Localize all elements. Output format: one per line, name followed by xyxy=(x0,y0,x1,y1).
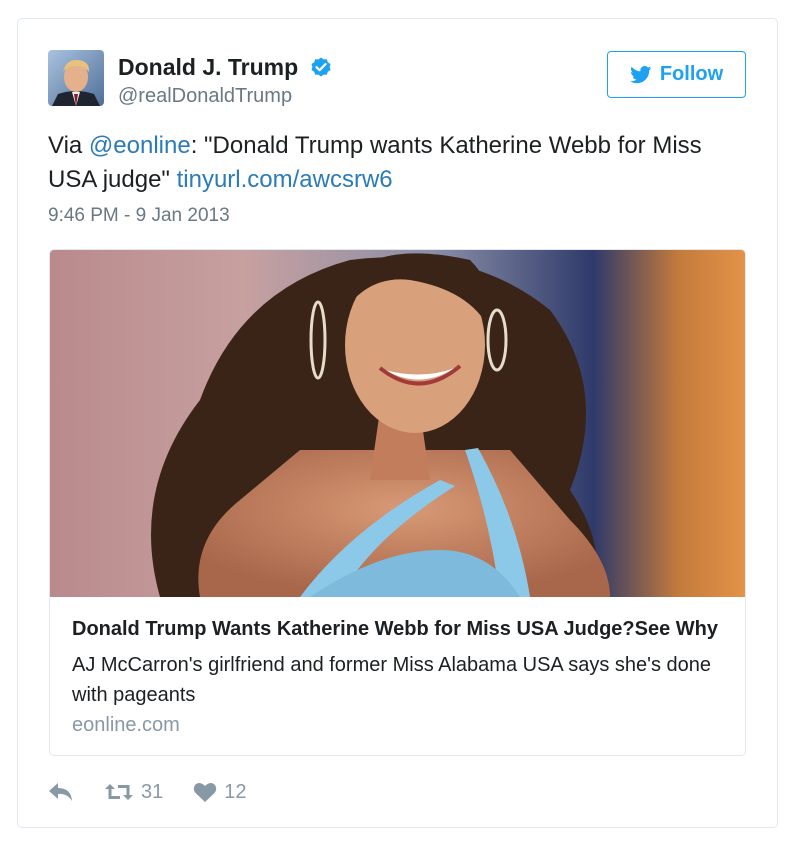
reply-button[interactable] xyxy=(48,782,74,802)
avatar[interactable] xyxy=(48,50,104,106)
heart-icon xyxy=(194,782,217,802)
display-name[interactable]: Donald J. Trump xyxy=(118,54,298,81)
tweet-actions: 31 12 xyxy=(48,779,247,805)
like-count: 12 xyxy=(224,780,247,803)
verified-badge-icon xyxy=(311,57,331,76)
card-title[interactable]: Donald Trump Wants Katherine Webb for Mi… xyxy=(72,618,732,641)
tweet-text-prefix: Via xyxy=(48,132,89,159)
retweet-count: 31 xyxy=(141,780,164,803)
card-description: AJ McCarron's girlfriend and former Miss… xyxy=(72,654,712,706)
tweet-text: Via @eonline: "Donald Trump wants Kather… xyxy=(48,129,748,197)
twitter-bird-icon xyxy=(630,65,652,83)
screen-name[interactable]: @realDonaldTrump xyxy=(118,85,333,108)
author-info[interactable]: Donald J. Trump @realDonaldTrump xyxy=(118,54,333,108)
mention-link[interactable]: @eonline xyxy=(89,132,191,159)
follow-label: Follow xyxy=(659,63,724,85)
embedded-tweet: Donald J. Trump @realDonaldTrump Follow … xyxy=(17,18,778,828)
tweet-timestamp[interactable]: 9:46 PM - 9 Jan 2013 xyxy=(48,205,230,227)
tweet-url-link[interactable]: tinyurl.com/awcsrw6 xyxy=(177,166,393,193)
retweet-icon xyxy=(105,784,133,800)
reply-icon xyxy=(49,783,72,801)
link-card[interactable]: Donald Trump Wants Katherine Webb for Mi… xyxy=(49,249,746,756)
card-image xyxy=(50,250,745,597)
retweet-button[interactable]: 31 xyxy=(104,781,163,804)
card-domain: eonline.com xyxy=(72,714,180,736)
avatar-image xyxy=(48,50,104,106)
like-button[interactable]: 12 xyxy=(193,780,247,804)
follow-button[interactable]: Follow xyxy=(607,51,746,98)
